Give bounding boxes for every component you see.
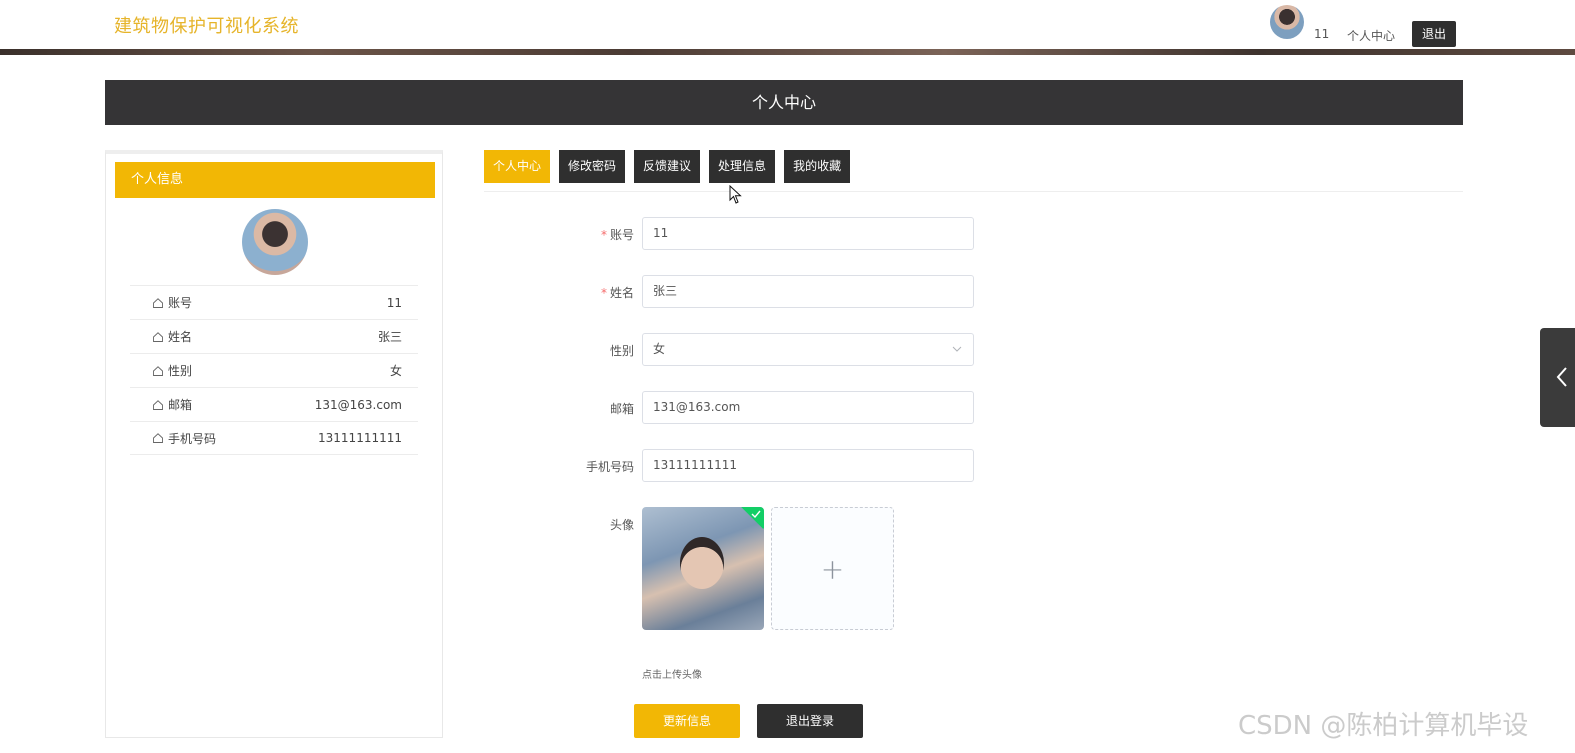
profile-tabs: 个人中心 修改密码 反馈建议 处理信息 我的收藏: [484, 150, 851, 183]
top-navbar: 建筑物保护可视化系统 11 个人中心 退出: [0, 0, 1575, 50]
phone-label: 手机号码: [585, 460, 634, 474]
avatar-label: 头像: [609, 518, 634, 532]
phone-field[interactable]: 13111111111: [642, 449, 974, 482]
required-mark: *: [600, 228, 607, 242]
list-item: 姓名 张三: [130, 319, 418, 353]
uploaded-avatar-image[interactable]: [642, 507, 764, 630]
user-name: 11: [1314, 27, 1330, 41]
logout-button[interactable]: 退出: [1412, 21, 1456, 47]
check-icon: [751, 510, 761, 518]
profile-info-list: 账号 11 姓名 张三 性别 女 邮箱 131@163.com 手机号码 131…: [130, 285, 418, 455]
info-value: 张三: [377, 330, 402, 344]
tab-process-info[interactable]: 处理信息: [709, 150, 776, 183]
avatar-photo-face: [680, 537, 724, 589]
home-icon: [153, 365, 163, 376]
gender-label: 性别: [609, 344, 634, 358]
user-avatar[interactable]: [1270, 5, 1304, 39]
home-icon: [153, 433, 163, 443]
gender-value: 女: [653, 342, 666, 356]
tab-feedback[interactable]: 反馈建议: [634, 150, 701, 183]
name-label: * 姓名: [544, 284, 634, 301]
header-banner-strip: [0, 49, 1575, 55]
side-drawer-toggle[interactable]: [1540, 328, 1575, 427]
account-label-text: 账号: [609, 228, 634, 242]
list-item: 手机号码 13111111111: [130, 421, 418, 455]
info-label: 账号: [168, 296, 193, 310]
home-icon: [153, 331, 163, 342]
user-center-link[interactable]: 个人中心: [1347, 27, 1395, 44]
gender-select[interactable]: 女: [642, 333, 974, 366]
profile-panel: 个人信息 账号 11 姓名 张三 性别 女 邮箱 131@163.com 手机号…: [105, 150, 443, 738]
tab-change-password[interactable]: 修改密码: [559, 150, 626, 183]
list-item: 账号 11: [130, 285, 418, 319]
app-title: 建筑物保护可视化系统: [114, 16, 299, 37]
info-value: 13111111111: [318, 431, 402, 445]
account-label: * 账号: [544, 226, 634, 243]
profile-panel-title: 个人信息: [115, 162, 435, 198]
email-field[interactable]: 131@163.com: [642, 391, 974, 424]
list-item: 性别 女: [130, 353, 418, 387]
info-value: 女: [389, 364, 402, 378]
info-label: 性别: [168, 364, 193, 378]
page-title: 个人中心: [105, 80, 1463, 125]
home-icon: [153, 399, 163, 410]
upload-hint: 点击上传头像: [642, 670, 702, 681]
tab-divider: [484, 191, 1463, 192]
email-label: 邮箱: [609, 402, 634, 416]
chevron-left-icon: [1556, 367, 1567, 387]
info-label: 手机号码: [168, 431, 217, 446]
info-label: 姓名: [168, 330, 193, 344]
info-value: 11: [386, 295, 402, 310]
chevron-down-icon: [952, 346, 962, 352]
plus-icon: +: [820, 552, 845, 585]
list-item: 邮箱 131@163.com: [130, 387, 418, 421]
tab-personal-center[interactable]: 个人中心: [484, 150, 551, 183]
home-icon: [153, 297, 163, 308]
update-info-button[interactable]: 更新信息: [634, 704, 740, 738]
name-label-text: 姓名: [609, 286, 634, 300]
mouse-cursor-icon: [729, 185, 742, 204]
watermark: CSDN @陈柏计算机毕设: [1238, 711, 1529, 741]
info-value: 131@163.com: [314, 397, 402, 412]
tab-favorites[interactable]: 我的收藏: [784, 150, 851, 183]
profile-avatar: [242, 209, 308, 275]
required-mark: *: [600, 286, 607, 300]
name-field[interactable]: 张三: [642, 275, 974, 308]
account-field[interactable]: 11: [642, 217, 974, 250]
avatar-upload-button[interactable]: +: [771, 507, 894, 630]
logout-account-button[interactable]: 退出登录: [757, 704, 863, 738]
info-label: 邮箱: [168, 398, 193, 412]
